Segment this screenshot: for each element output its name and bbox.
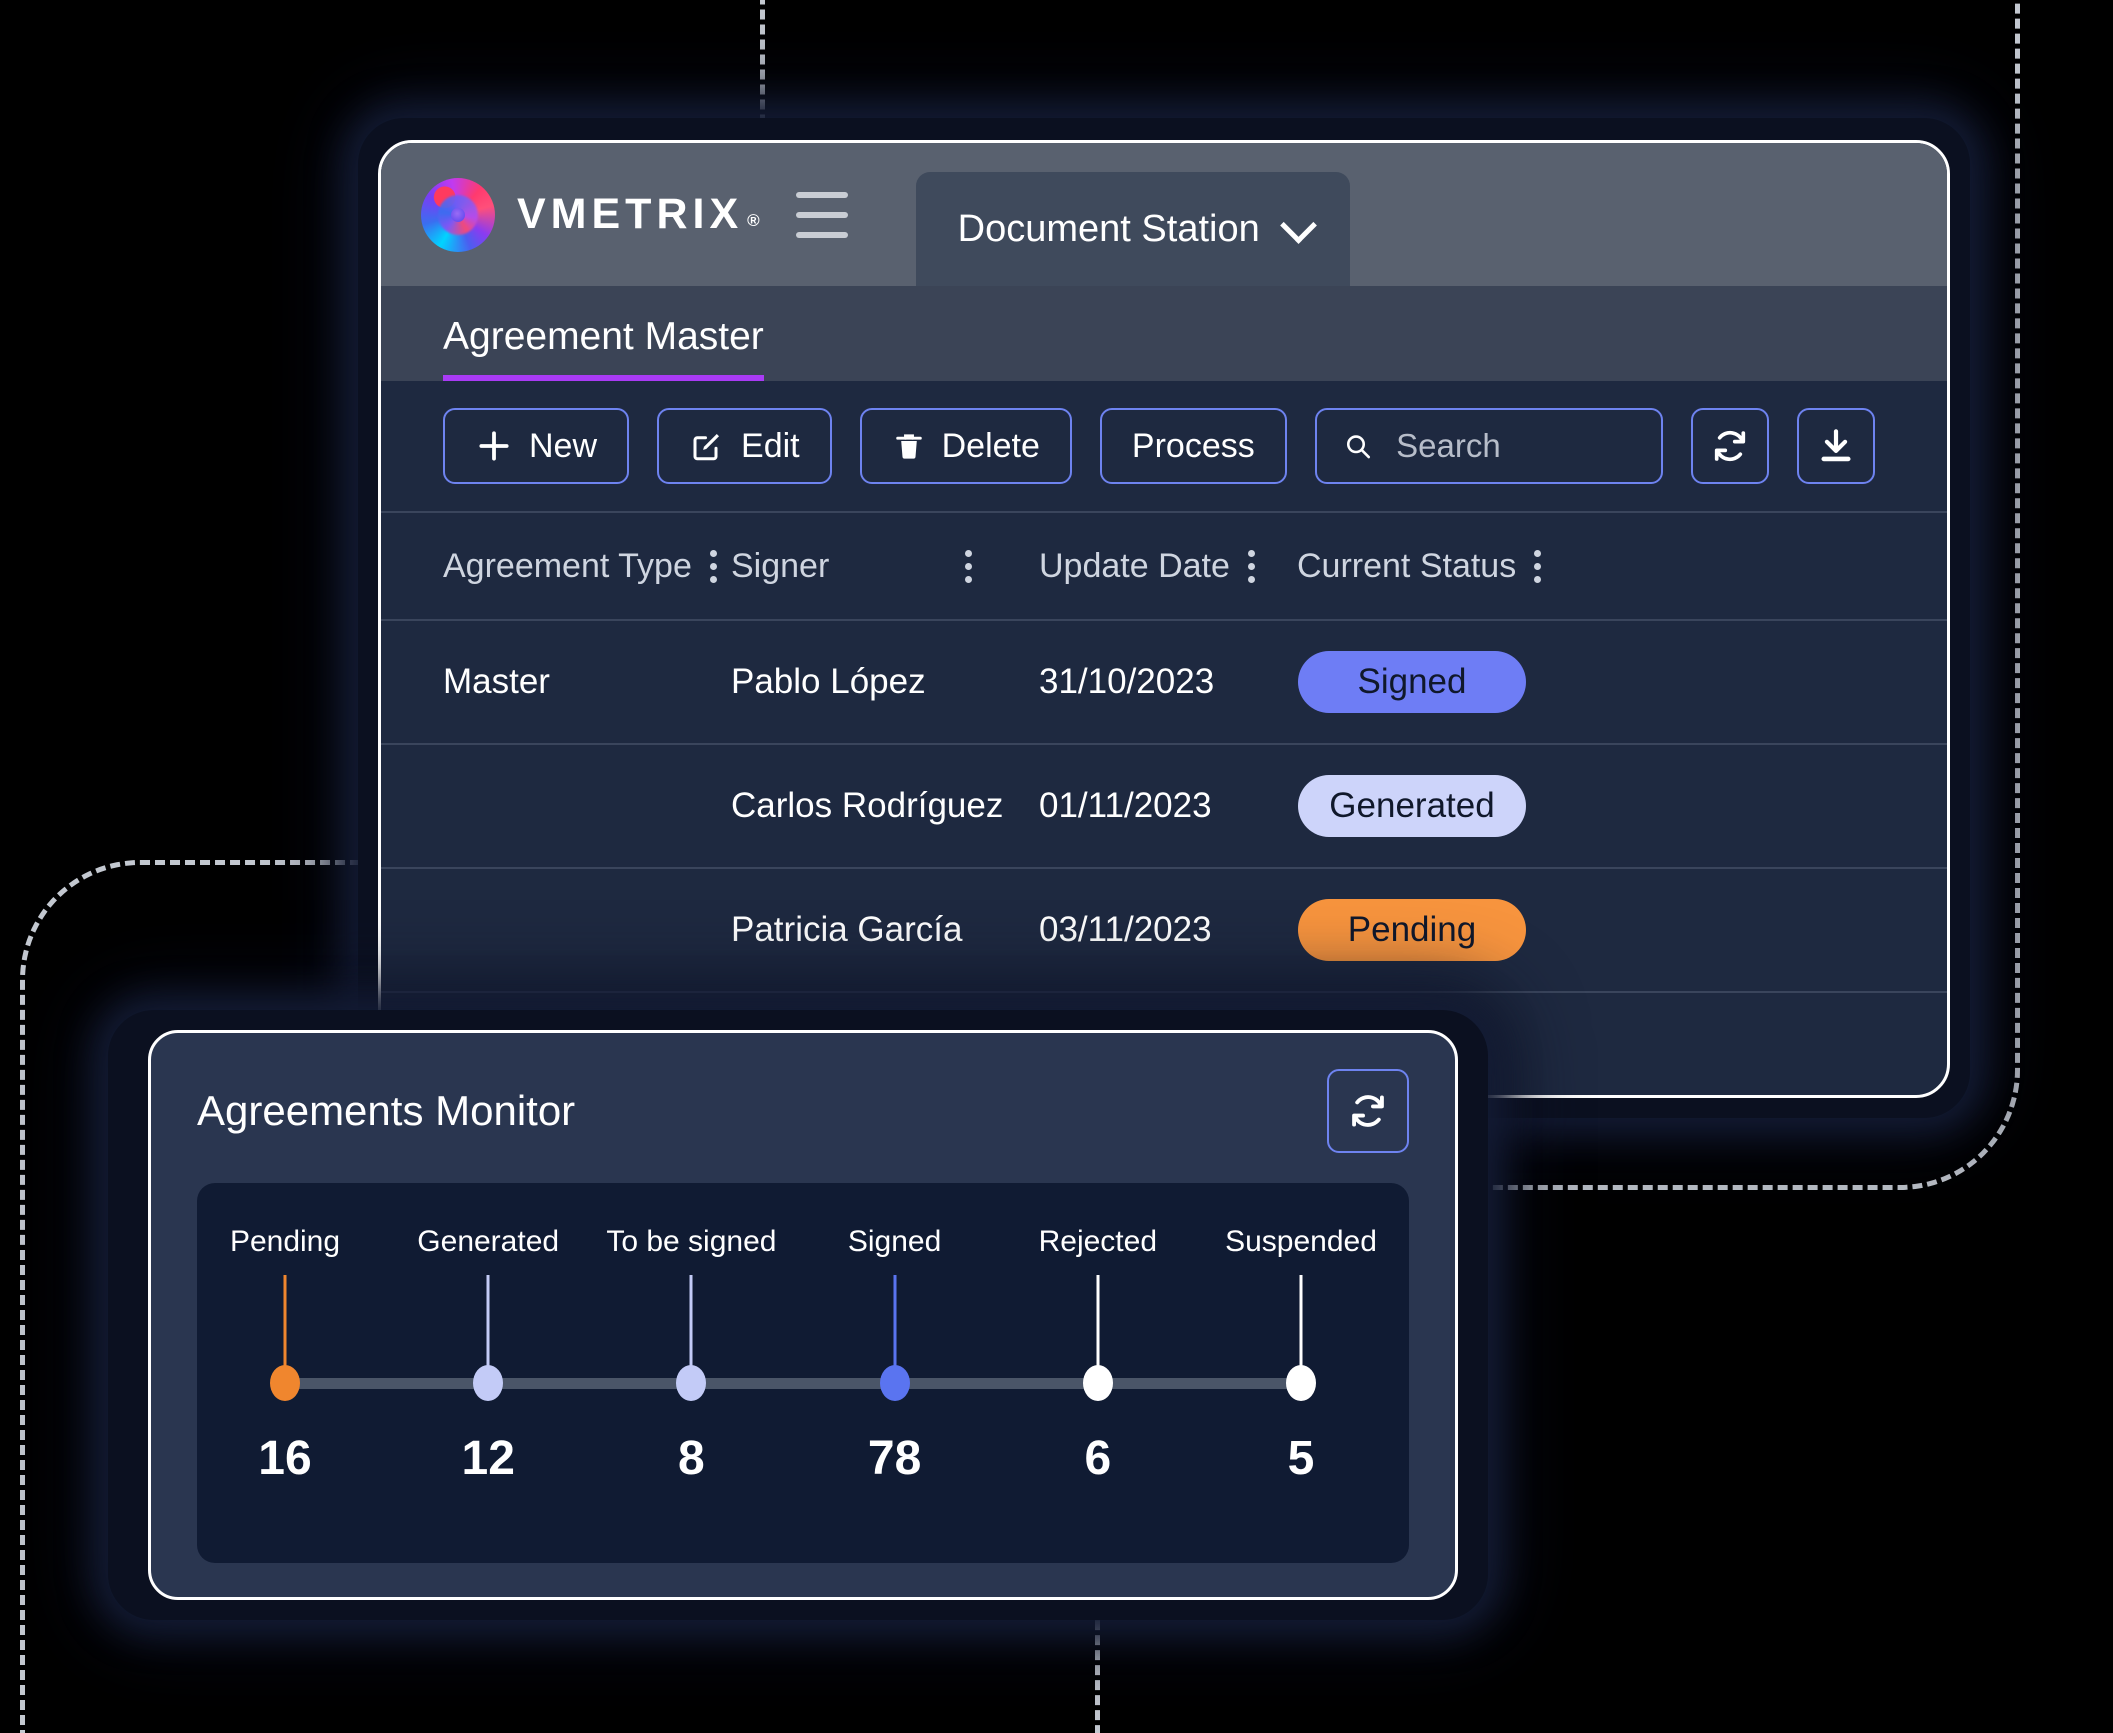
search-input[interactable] bbox=[1396, 427, 1635, 465]
column-menu-icon[interactable] bbox=[709, 549, 717, 583]
timeline-node-value: 6 bbox=[1084, 1432, 1112, 1485]
column-header-signer[interactable]: Signer bbox=[731, 547, 1039, 586]
agreements-monitor-window: Agreements Monitor Pending 16 Generated 12 T… bbox=[148, 1030, 1458, 1600]
refresh-icon bbox=[1714, 430, 1745, 462]
timeline-node-label: To be signed bbox=[606, 1225, 777, 1258]
refresh-icon bbox=[1352, 1095, 1384, 1127]
cell-status: Generated bbox=[1297, 775, 1527, 837]
plus-icon bbox=[479, 431, 509, 461]
timeline-node-label: Pending bbox=[229, 1225, 341, 1258]
subtab-bar: Agreement Master bbox=[381, 286, 1947, 381]
app-header: VMETRIX ® Document Station bbox=[381, 143, 1947, 286]
new-button-label: New bbox=[529, 426, 598, 465]
timeline-node-dot[interactable] bbox=[676, 1365, 707, 1401]
download-button[interactable] bbox=[1796, 408, 1875, 484]
timeline-node-dot[interactable] bbox=[879, 1365, 910, 1401]
brand-wordmark: VMETRIX ® bbox=[517, 190, 760, 239]
table-row[interactable]: Patricia García 03/11/2023 Pending bbox=[381, 869, 1947, 993]
delete-button-label: Delete bbox=[941, 426, 1040, 465]
column-header-label: Agreement Type bbox=[443, 546, 692, 585]
cell-update-date: 03/11/2023 bbox=[1039, 910, 1212, 949]
column-header-label: Signer bbox=[731, 546, 830, 585]
column-menu-icon[interactable] bbox=[1534, 549, 1542, 583]
timeline-node-label: Rejected bbox=[1038, 1225, 1157, 1258]
refresh-button[interactable] bbox=[1690, 408, 1769, 484]
column-menu-icon[interactable] bbox=[1247, 549, 1255, 583]
search-box[interactable] bbox=[1314, 408, 1663, 484]
search-icon bbox=[1346, 435, 1370, 459]
timeline-node-value: 78 bbox=[867, 1432, 922, 1485]
edit-button[interactable]: Edit bbox=[657, 408, 832, 484]
monitor-header: Agreements Monitor bbox=[151, 1033, 1455, 1153]
cell-agreement-type: Master bbox=[443, 662, 550, 701]
status-timeline-chart: Pending 16 Generated 12 To be signed 8 Signed 7… bbox=[197, 1183, 1409, 1563]
table-row[interactable]: Carlos Rodríguez 01/11/2023 Generated bbox=[381, 745, 1947, 869]
tab-document-station[interactable]: Document Station bbox=[915, 172, 1350, 286]
cell-signer: Carlos Rodríguez bbox=[731, 786, 1004, 825]
cell-status: Pending bbox=[1297, 899, 1527, 961]
timeline-node-dot[interactable] bbox=[473, 1365, 504, 1401]
brand-registered-icon: ® bbox=[747, 211, 760, 230]
edit-pencil-icon bbox=[693, 434, 720, 461]
brand-name: VMETRIX bbox=[517, 190, 744, 238]
column-header-label: Update Date bbox=[1039, 546, 1230, 585]
monitor-refresh-button[interactable] bbox=[1327, 1069, 1409, 1153]
monitor-title: Agreements Monitor bbox=[197, 1087, 576, 1134]
timeline-node-value: 12 bbox=[461, 1432, 515, 1485]
agreements-table: Agreement Type Signer Update Date Curren… bbox=[381, 513, 1947, 993]
timeline-node-dot[interactable] bbox=[1286, 1365, 1316, 1401]
cell-update-date: 31/10/2023 bbox=[1039, 662, 1215, 701]
cell-signer: Pablo López bbox=[731, 662, 926, 701]
timeline-node-value: 16 bbox=[258, 1432, 312, 1485]
cell-signer: Patricia García bbox=[731, 910, 963, 949]
tab-document-station-label: Document Station bbox=[957, 207, 1260, 250]
column-menu-icon[interactable] bbox=[965, 549, 973, 583]
process-button[interactable]: Process bbox=[1099, 408, 1287, 484]
status-badge: Generated bbox=[1298, 775, 1526, 837]
screenshot-root: VMETRIX ® Document Station Agreement Mast… bbox=[0, 0, 2113, 1733]
column-header-current-status[interactable]: Current Status bbox=[1297, 546, 1542, 586]
new-button[interactable]: New bbox=[443, 408, 630, 484]
timeline-node-dot[interactable] bbox=[1082, 1365, 1113, 1401]
trash-icon bbox=[895, 434, 922, 459]
cell-update-date: 01/11/2023 bbox=[1039, 786, 1212, 825]
delete-button[interactable]: Delete bbox=[859, 408, 1072, 484]
column-header-update-date[interactable]: Update Date bbox=[1039, 547, 1297, 586]
status-badge: Signed bbox=[1298, 651, 1526, 713]
hamburger-menu-icon[interactable] bbox=[795, 191, 848, 238]
timeline-track bbox=[285, 1378, 1301, 1389]
column-header-label: Current Status bbox=[1297, 546, 1517, 585]
brand-area: VMETRIX ® bbox=[381, 143, 892, 286]
chevron-down-icon bbox=[1279, 207, 1317, 244]
main-window: VMETRIX ® Document Station Agreement Mast… bbox=[378, 140, 1950, 1098]
table-header-row: Agreement Type Signer Update Date Curren… bbox=[381, 513, 1947, 621]
edit-button-label: Edit bbox=[741, 426, 800, 465]
vmetrix-logo-icon bbox=[421, 177, 495, 252]
tab-agreement-master[interactable]: Agreement Master bbox=[443, 315, 764, 381]
timeline-node-dot[interactable] bbox=[270, 1365, 300, 1401]
timeline-node-value: 5 bbox=[1287, 1432, 1315, 1485]
table-row[interactable]: Master Pablo López 31/10/2023 Signed bbox=[381, 621, 1947, 745]
monitor-chart-panel: Pending 16 Generated 12 To be signed 8 Signed 7… bbox=[197, 1183, 1409, 1563]
timeline-node-label: Signed bbox=[847, 1225, 942, 1258]
cell-status: Signed bbox=[1297, 651, 1527, 713]
timeline-node-label: Suspended bbox=[1225, 1225, 1377, 1258]
timeline-node-value: 8 bbox=[678, 1432, 705, 1485]
column-header-agreement-type[interactable]: Agreement Type bbox=[443, 547, 731, 586]
process-button-label: Process bbox=[1131, 426, 1255, 465]
status-badge: Pending bbox=[1298, 899, 1526, 961]
download-icon bbox=[1821, 429, 1851, 462]
toolbar: New Edit Delete Process bbox=[381, 381, 1947, 513]
timeline-node-label: Generated bbox=[417, 1225, 560, 1258]
